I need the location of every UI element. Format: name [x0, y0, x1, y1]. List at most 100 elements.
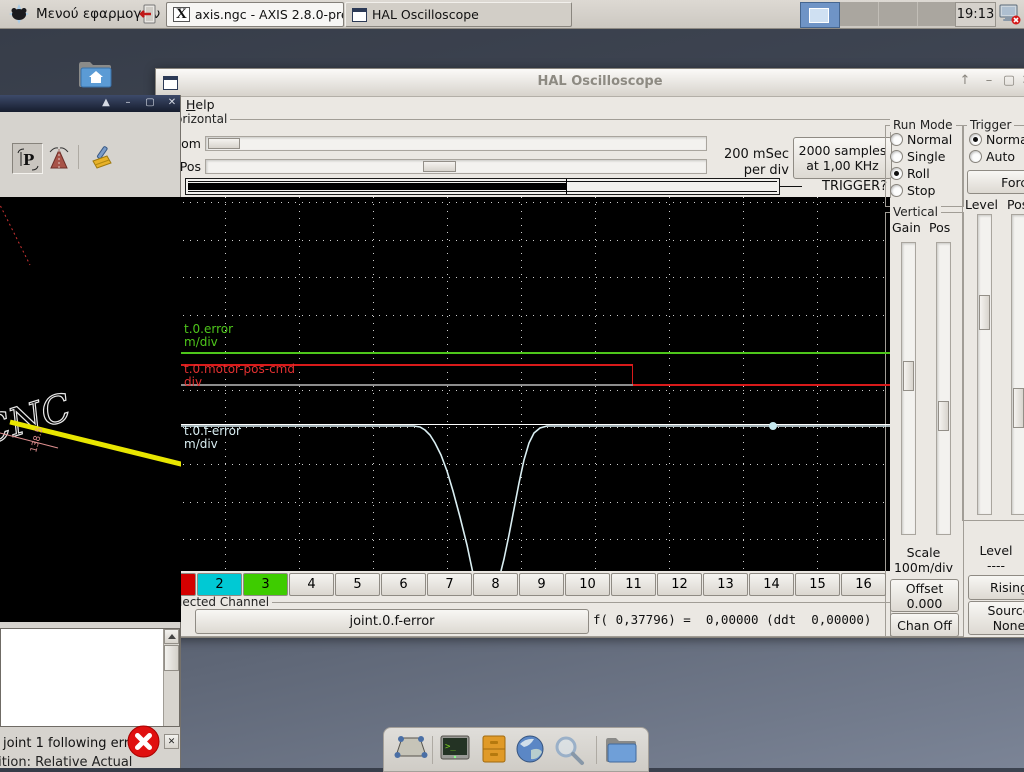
channel-button-6[interactable]: 6	[381, 573, 426, 596]
trigger-level-label: Level	[965, 197, 998, 212]
show-desktop-icon[interactable]	[394, 734, 428, 765]
trace-label-f-error: t.0.f-errorm/div	[184, 425, 241, 451]
run-mode-option-single[interactable]: Single	[907, 149, 945, 164]
error-dismiss-button[interactable]: ✕	[164, 734, 179, 749]
zoom-slider[interactable]	[205, 136, 707, 151]
network-status-icon[interactable]	[998, 3, 1022, 28]
perspective-view-button[interactable]: P	[12, 143, 43, 174]
taskbar-window-halscope[interactable]: HAL Oscilloscope	[345, 2, 572, 27]
run-mode-option-normal[interactable]: Normal	[907, 132, 952, 147]
trace-label-motor-pos-cmd: t.0.motor-pos-cmddiv	[184, 363, 295, 389]
home-folder-glyph	[76, 56, 114, 92]
pos-slider-handle[interactable]	[423, 161, 456, 172]
channel-button-8[interactable]: 8	[473, 573, 518, 596]
trigger-level-readout: Level----	[965, 543, 1024, 573]
rotate-view-button[interactable]	[44, 143, 73, 172]
channel-readout: f( 0,37796) = 0,00000 (ddt 0,00000)	[593, 612, 871, 627]
rising-button[interactable]: Rising	[968, 575, 1024, 600]
offset-button[interactable]: Offset0.000	[890, 579, 959, 612]
trigger-pos-handle[interactable]	[1013, 388, 1024, 428]
run-mode-radio-stop[interactable]	[890, 184, 903, 197]
gcode-preview-canvas: CNC 138.5	[0, 197, 181, 622]
axis-maximize-icon[interactable]: ▢	[142, 97, 158, 108]
workspace-1[interactable]	[800, 2, 840, 28]
trigger-option-auto[interactable]: Auto	[986, 149, 1015, 164]
vert-pos-label: Pos	[929, 220, 950, 235]
trigger-radio-auto[interactable]	[969, 150, 982, 163]
trigger-option-normal[interactable]: Normal	[986, 132, 1024, 147]
taskbar-window-halscope-label: HAL Oscilloscope	[372, 7, 479, 22]
channel-button-12[interactable]: 12	[657, 573, 702, 596]
run-mode-radio-normal[interactable]	[890, 133, 903, 146]
vertical-group: Vertical Gain Pos Scale100m/div Offset0.…	[885, 212, 964, 637]
axis-minimize-icon[interactable]: –	[120, 97, 136, 108]
clear-plot-button[interactable]	[85, 143, 114, 172]
home-folder-icon[interactable]	[76, 56, 114, 95]
vert-pos-slider-handle[interactable]	[938, 401, 949, 431]
channel-button-10[interactable]: 10	[565, 573, 610, 596]
channel-button-15[interactable]: 15	[795, 573, 840, 596]
close-icon[interactable]: ✕	[1018, 73, 1024, 88]
chan-off-button[interactable]: Chan Off	[890, 613, 959, 637]
zoom-slider-handle[interactable]	[208, 138, 240, 149]
trigger-level-handle[interactable]	[979, 295, 990, 330]
clock: 19:13	[955, 2, 996, 27]
terminal-icon[interactable]: >_	[439, 734, 471, 767]
logout-button[interactable]	[138, 3, 158, 28]
force-button[interactable]: Force	[967, 170, 1024, 194]
channel-button-4[interactable]: 4	[289, 573, 334, 596]
trigger-status: TRIGGER?	[822, 179, 887, 194]
channel-button-7[interactable]: 7	[427, 573, 472, 596]
web-browser-icon[interactable]	[514, 734, 546, 769]
workspace-3[interactable]	[879, 2, 918, 26]
workspace-2[interactable]	[840, 2, 879, 26]
trigger-pos-label: Pos	[1007, 197, 1024, 212]
xfce-logo-icon	[8, 3, 30, 25]
selected-channel-button[interactable]: joint.0.f-error	[195, 609, 589, 634]
scale-readout: Scale100m/div	[886, 545, 961, 575]
record-bar-tail	[780, 186, 802, 187]
gain-slider-handle[interactable]	[903, 361, 914, 391]
file-manager-icon[interactable]	[603, 734, 639, 767]
axis-titlebar[interactable]: ▲ – ▢ ✕	[0, 95, 180, 112]
channel-button-13[interactable]: 13	[703, 573, 748, 596]
trigger-source-button[interactable]: SourceNone	[968, 601, 1024, 635]
shade-icon[interactable]: ↑	[956, 73, 974, 88]
channel-button-2[interactable]: 2	[197, 573, 242, 596]
trigger-pos-slider[interactable]	[1011, 214, 1024, 515]
desktop: { "taskbar": { "menu_label": "Μενού εφαρ…	[0, 0, 1024, 768]
search-icon[interactable]	[552, 734, 586, 769]
channel-button-9[interactable]: 9	[519, 573, 564, 596]
axis-shade-icon[interactable]: ▲	[98, 97, 114, 108]
vert-pos-slider[interactable]	[936, 242, 951, 535]
gain-slider[interactable]	[901, 242, 916, 535]
window-glyph-icon	[352, 8, 367, 22]
menu-help[interactable]: Help	[186, 97, 215, 112]
samples-button[interactable]: 2000 samplesat 1,00 KHz	[793, 137, 892, 179]
trigger-radio-normal[interactable]	[969, 133, 982, 146]
workspace-4[interactable]	[918, 2, 957, 26]
trigger-level-slider[interactable]	[977, 214, 992, 515]
taskbar-window-axis[interactable]: X axis.ngc - AXIS 2.8.0-pre...	[166, 2, 344, 27]
axis-close-icon[interactable]: ✕	[164, 97, 180, 108]
run-mode-radio-single[interactable]	[890, 150, 903, 163]
logout-icon	[138, 3, 158, 25]
run-mode-option-roll[interactable]: Roll	[907, 166, 930, 181]
selected-channel-group: Selected Channel joint.0.f-error f( 0,37…	[160, 602, 891, 637]
halscope-titlebar[interactable]: HAL Oscilloscope ↑ – ▢ ✕	[156, 69, 1024, 97]
run-mode-radio-roll[interactable]	[890, 167, 903, 180]
maximize-icon[interactable]: ▢	[1000, 73, 1018, 88]
scrollbar-up-button[interactable]	[164, 629, 179, 644]
minimize-icon[interactable]: –	[980, 73, 998, 88]
channel-button-14[interactable]: 14	[749, 573, 794, 596]
channel-button-11[interactable]: 11	[611, 573, 656, 596]
run-mode-option-stop[interactable]: Stop	[907, 183, 935, 198]
perspective-icon: P	[16, 147, 40, 171]
gcode-preview[interactable]: CNC 138.5	[0, 197, 181, 622]
scrollbar-thumb[interactable]	[164, 645, 179, 671]
channel-button-3[interactable]: 3	[243, 573, 288, 596]
channel-button-5[interactable]: 5	[335, 573, 380, 596]
pos-slider[interactable]	[205, 159, 707, 174]
channel-button-16[interactable]: 16	[841, 573, 886, 596]
file-cabinet-icon[interactable]	[480, 734, 508, 767]
